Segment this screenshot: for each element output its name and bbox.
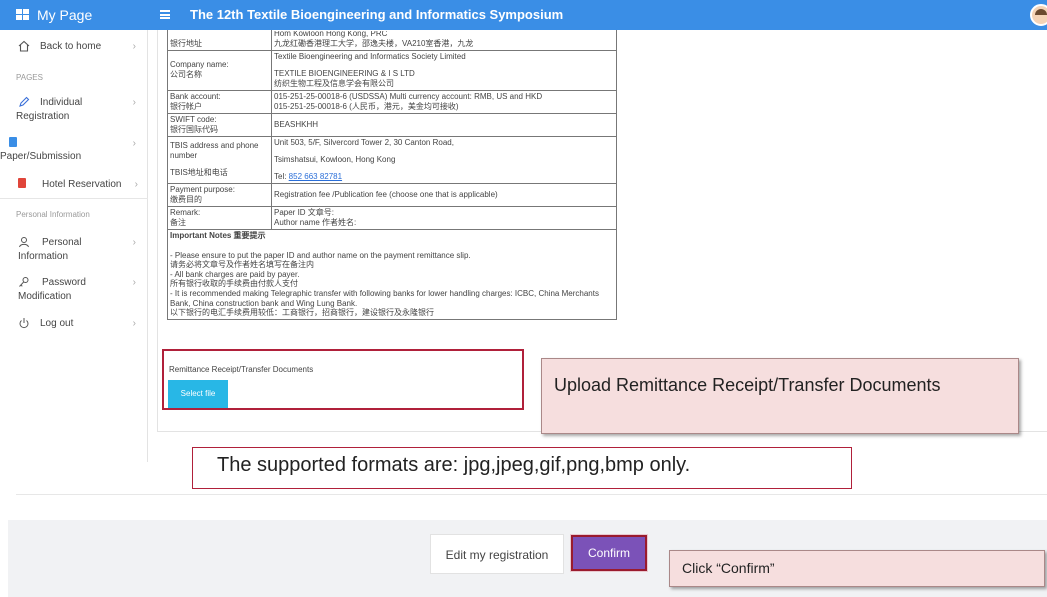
brand[interactable]: My Page <box>0 0 148 30</box>
chevron-right-icon: › <box>132 97 136 108</box>
swift-label: SWIFT code: <box>170 115 217 124</box>
company-value: Textile Bioengineering and Informatics S… <box>274 52 466 61</box>
chevron-right-icon: › <box>132 237 136 248</box>
power-icon <box>18 317 30 329</box>
important-notes-cell: Important Notes 重要提示 - Please ensure to … <box>167 229 617 320</box>
note-line: 所有银行收取的手续费由付款人支付 <box>170 279 298 289</box>
company-label-cn: 公司名称 <box>170 70 202 79</box>
note-line: - It is recommended making Telegraphic t… <box>170 288 599 308</box>
edit-registration-button[interactable]: Edit my registration <box>430 534 564 574</box>
table-cell: Company name: 公司名称 <box>167 50 272 91</box>
table-cell: SWIFT code: 银行国际代码 <box>167 113 272 137</box>
purpose-label: Payment purpose: <box>170 185 235 194</box>
table-row: TBIS address and phone number TBIS地址和电话 … <box>167 136 617 184</box>
table-cell: TBIS address and phone number TBIS地址和电话 <box>167 136 272 184</box>
tbis-tel-prefix: Tel: <box>274 172 289 181</box>
remittance-label: Remittance Receipt/Transfer Documents <box>169 365 314 374</box>
table-cell: Textile Bioengineering and Informatics S… <box>271 50 617 91</box>
company-value-short: TEXTILE BIOENGINEERING & I S LTD <box>274 69 415 78</box>
sidebar-item-label: Paper/Submission <box>0 151 82 162</box>
table-cell: Unit 503, 5/F, Silvercord Tower 2, 30 Ca… <box>271 136 617 184</box>
purpose-value: Registration fee /Publication fee (choos… <box>274 190 498 199</box>
tbis-label: TBIS address and phone number <box>170 141 259 160</box>
purpose-label-cn: 缴费目的 <box>170 195 202 204</box>
sidebar-item-label: Personal Information <box>18 237 82 262</box>
table-cell: BEASHKHH <box>271 113 617 137</box>
table-cell: 015-251-25-00018-6 (USDSSA) Multi curren… <box>271 90 617 114</box>
table-cell: 银行地址 <box>167 30 272 51</box>
note-line: 以下银行的电汇手续费用较低：工商银行，招商银行，建设银行及永隆银行 <box>170 308 434 318</box>
tbis-address-line2: Tsimshatsui, Kowloon, Hong Kong <box>274 155 396 164</box>
swift-value: BEASHKHH <box>274 120 319 129</box>
table-cell: Registration fee /Publication fee (choos… <box>271 183 617 207</box>
remark-paper-id: Paper ID 文章号: <box>274 208 335 217</box>
bank-account-value-cn: 015-251-25-00018-6 (人民币，港元，美金均可接收) <box>274 102 459 111</box>
bank-account-value: 015-251-25-00018-6 (USDSSA) Multi curren… <box>274 92 543 101</box>
chevron-right-icon: › <box>132 41 136 52</box>
table-row: Company name: 公司名称 Textile Bioengineerin… <box>167 50 617 91</box>
sidebar-item-label: Password Modification <box>18 277 86 302</box>
chevron-right-icon: › <box>132 138 136 149</box>
company-value-cn: 纺织生物工程及信息学会有限公司 <box>274 79 394 88</box>
table-cell: Remark: 备注 <box>167 206 272 230</box>
sidebar-item-label: Back to home <box>40 41 102 52</box>
note-line: - All bank charges are paid by payer. <box>170 269 300 279</box>
confirm-button[interactable]: Confirm <box>571 535 647 571</box>
sidebar-item-label: Individual Registration <box>16 97 83 122</box>
chevron-right-icon: › <box>132 277 136 288</box>
top-bar: My Page The 12th Textile Bioengineering … <box>0 0 1047 30</box>
page-title: The 12th Textile Bioengineering and Info… <box>190 7 564 22</box>
sidebar-section-pages: PAGES <box>16 73 43 82</box>
table-row: Bank account: 银行帐户 015-251-25-00018-6 (U… <box>167 90 617 114</box>
note-line: - Please ensure to put the paper ID and … <box>170 250 471 260</box>
swift-label-cn: 银行国际代码 <box>170 125 218 134</box>
sidebar-item-hotel-reservation[interactable]: Hotel Reservation › <box>18 178 138 192</box>
remark-author-name: Author name 作者姓名: <box>274 218 357 227</box>
table-cell: Bank account: 银行帐户 <box>167 90 272 114</box>
table-cell: Hom Kowloon Hong Kong, PRC 九龙红磡香港理工大学，邵逸… <box>271 30 617 51</box>
chevron-right-icon: › <box>134 179 138 190</box>
divider <box>16 494 1047 495</box>
table-cell: Payment purpose: 缴费目的 <box>167 183 272 207</box>
bank-account-label: Bank account: <box>170 92 221 101</box>
table-row: Remark: 备注 Paper ID 文章号: Author name 作者姓… <box>167 206 617 230</box>
upload-callout: Upload Remittance Receipt/Transfer Docum… <box>541 358 1019 434</box>
remark-label: Remark: <box>170 208 201 217</box>
address-value-cn: 九龙红磡香港理工大学，邵逸夫楼，VA210室香港，九龙 <box>274 39 474 48</box>
sidebar-item-label: Hotel Reservation <box>42 179 122 190</box>
home-icon <box>18 40 30 52</box>
table-row: Payment purpose: 缴费目的 Registration fee /… <box>167 183 617 207</box>
table-row: 银行地址 Hom Kowloon Hong Kong, PRC 九龙红磡香港理工… <box>167 30 617 51</box>
bank-account-label-cn: 银行帐户 <box>170 102 202 111</box>
address-value: Hom Kowloon Hong Kong, PRC <box>274 31 388 38</box>
note-line: 请务必将文章号及作者姓名填写在备注内 <box>170 260 314 270</box>
tbis-label-cn: TBIS地址和电话 <box>170 168 228 177</box>
sidebar: Back to home › PAGES Individual Registra… <box>0 30 148 462</box>
document-icon <box>9 137 17 147</box>
table-row: SWIFT code: 银行国际代码 BEASHKHH <box>167 113 617 137</box>
sidebar-divider <box>0 198 148 199</box>
company-label: Company name: <box>170 60 229 69</box>
table-cell: Paper ID 文章号: Author name 作者姓名: <box>271 206 617 230</box>
brand-label: My Page <box>37 7 93 23</box>
remark-label-cn: 备注 <box>170 218 186 227</box>
sidebar-item-back-home[interactable]: Back to home › <box>18 40 136 54</box>
tbis-phone-link[interactable]: 852 663 82781 <box>289 172 342 181</box>
hotel-icon <box>18 178 26 188</box>
address-label: 银行地址 <box>170 39 202 48</box>
formats-callout: The supported formats are: jpg,jpeg,gif,… <box>192 447 852 489</box>
sidebar-section-personal: Personal Information <box>16 210 90 219</box>
chevron-right-icon: › <box>132 318 136 329</box>
sidebar-item-label: Log out <box>40 318 74 329</box>
confirm-callout: Click “Confirm” <box>669 550 1045 587</box>
menu-icon[interactable] <box>160 10 170 19</box>
tbis-address-line1: Unit 503, 5/F, Silvercord Tower 2, 30 Ca… <box>274 138 454 147</box>
sidebar-item-logout[interactable]: Log out › <box>18 317 136 331</box>
notes-title: Important Notes 重要提示 <box>170 231 266 240</box>
select-file-button[interactable]: Select file <box>168 380 228 408</box>
avatar[interactable] <box>1030 4 1047 26</box>
table-row: Important Notes 重要提示 - Please ensure to … <box>167 229 617 320</box>
bank-info-table: 银行地址 Hom Kowloon Hong Kong, PRC 九龙红磡香港理工… <box>167 30 617 320</box>
grid-icon <box>16 9 30 21</box>
